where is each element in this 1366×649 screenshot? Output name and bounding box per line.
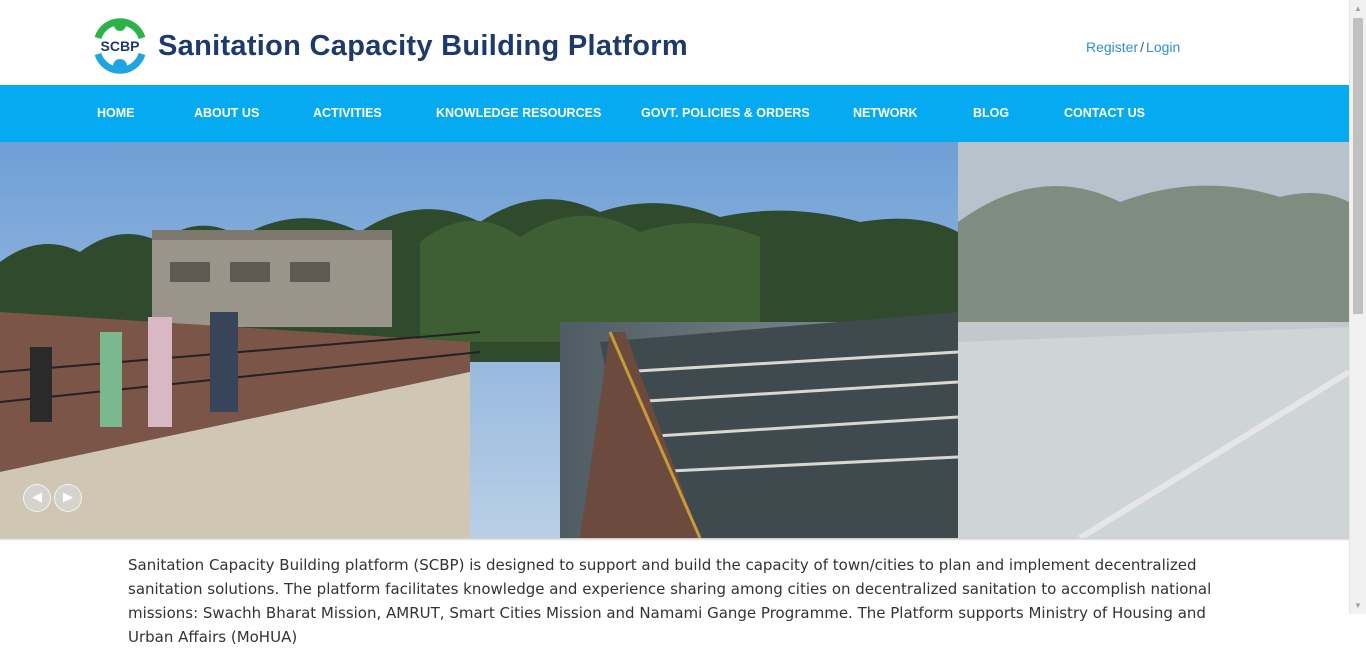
nav-item-blog[interactable]: BLOG <box>973 85 1009 142</box>
scroll-up-icon[interactable]: ▲ <box>1350 0 1366 17</box>
nav-item-about-us[interactable]: ABOUT US <box>194 85 259 142</box>
nav-item-activities[interactable]: ACTIVITIES <box>313 85 382 142</box>
login-link[interactable]: Login <box>1146 39 1180 55</box>
nav-item-contact-us[interactable]: CONTACT US <box>1064 85 1145 142</box>
hero-image <box>0 142 1349 538</box>
nav-item-home[interactable]: HOME <box>97 85 135 142</box>
scbp-logo[interactable]: SCBP <box>88 14 152 78</box>
auth-separator: / <box>1140 39 1145 55</box>
nav-item-govt-policies[interactable]: GOVT. POLICIES & ORDERS <box>641 85 810 142</box>
site-title[interactable]: Sanitation Capacity Building Platform <box>158 30 688 63</box>
hero-divider <box>0 538 1349 541</box>
auth-links: Register / Login <box>1086 39 1180 55</box>
main-nav: HOME ABOUT US ACTIVITIES KNOWLEDGE RESOU… <box>0 85 1349 142</box>
intro-paragraph: Sanitation Capacity Building platform (S… <box>128 556 1212 646</box>
chevron-right-icon: ▶ <box>63 490 73 505</box>
page-scrollbar[interactable]: ▲ ▼ <box>1349 0 1366 614</box>
scroll-down-icon[interactable]: ▼ <box>1350 597 1366 614</box>
nav-item-network[interactable]: NETWORK <box>853 85 918 142</box>
slider-next-button[interactable]: ▶ <box>54 484 82 512</box>
scroll-thumb[interactable] <box>1353 18 1363 314</box>
site-header: SCBP Sanitation Capacity Building Platfo… <box>0 0 1349 85</box>
chevron-left-icon: ◀ <box>32 490 42 505</box>
register-link[interactable]: Register <box>1086 39 1138 55</box>
hero-slider[interactable] <box>0 142 1349 538</box>
slider-prev-button[interactable]: ◀ <box>23 484 51 512</box>
nav-item-knowledge-resources[interactable]: KNOWLEDGE RESOURCES <box>436 85 601 142</box>
logo-text: SCBP <box>101 38 140 54</box>
